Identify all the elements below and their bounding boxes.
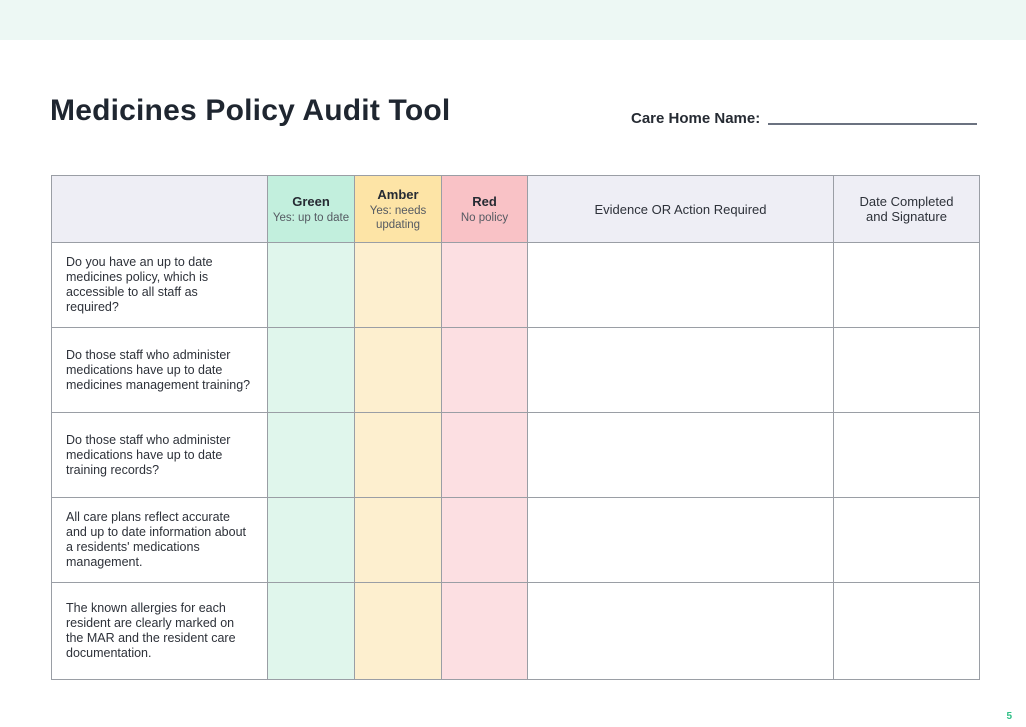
evidence-cell[interactable] bbox=[527, 582, 834, 680]
header-green-name: Green bbox=[292, 193, 330, 209]
table-row: The known allergies for each resident ar… bbox=[51, 582, 980, 680]
care-home-input-line[interactable] bbox=[768, 123, 978, 125]
header-question bbox=[51, 175, 268, 243]
evidence-cell[interactable] bbox=[527, 242, 834, 328]
question-cell: The known allergies for each resident ar… bbox=[51, 582, 268, 680]
header-band bbox=[0, 0, 1026, 40]
date-signature-cell[interactable] bbox=[833, 497, 980, 583]
page-title: Medicines Policy Audit Tool bbox=[50, 94, 451, 127]
green-check-cell[interactable] bbox=[267, 327, 355, 413]
green-check-cell[interactable] bbox=[267, 582, 355, 680]
table-row: All care plans reflect accurate and up t… bbox=[51, 497, 980, 583]
care-home-label: Care Home Name: bbox=[631, 110, 761, 127]
table-row: Do those staff who administer medication… bbox=[51, 327, 980, 413]
amber-check-cell[interactable] bbox=[354, 327, 442, 413]
green-check-cell[interactable] bbox=[267, 412, 355, 498]
date-signature-cell[interactable] bbox=[833, 582, 980, 680]
amber-check-cell[interactable] bbox=[354, 497, 442, 583]
page-number: 5 bbox=[1006, 711, 1012, 722]
question-cell: All care plans reflect accurate and up t… bbox=[51, 497, 268, 583]
header-green-desc: Yes: up to date bbox=[272, 211, 350, 224]
header-green: Green Yes: up to date bbox=[267, 175, 355, 243]
audit-table: Green Yes: up to date Amber Yes: needs u… bbox=[51, 175, 980, 680]
evidence-cell[interactable] bbox=[527, 327, 834, 413]
date-signature-cell[interactable] bbox=[833, 242, 980, 328]
evidence-cell[interactable] bbox=[527, 412, 834, 498]
date-signature-cell[interactable] bbox=[833, 327, 980, 413]
red-check-cell[interactable] bbox=[441, 582, 528, 680]
care-home-field: Care Home Name: bbox=[631, 110, 978, 127]
header-date-signature-text: Date Completed and Signature bbox=[859, 194, 954, 224]
green-check-cell[interactable] bbox=[267, 242, 355, 328]
amber-check-cell[interactable] bbox=[354, 242, 442, 328]
header-amber-name: Amber bbox=[377, 186, 419, 202]
header-amber-desc: Yes: needs updating bbox=[369, 204, 427, 231]
header-red-desc: No policy bbox=[460, 211, 509, 224]
evidence-cell[interactable] bbox=[527, 497, 834, 583]
table-header-row: Green Yes: up to date Amber Yes: needs u… bbox=[51, 175, 980, 243]
table-row: Do those staff who administer medication… bbox=[51, 412, 980, 498]
red-check-cell[interactable] bbox=[441, 497, 528, 583]
red-check-cell[interactable] bbox=[441, 327, 528, 413]
green-check-cell[interactable] bbox=[267, 497, 355, 583]
header-date-signature: Date Completed and Signature bbox=[833, 175, 980, 243]
date-signature-cell[interactable] bbox=[833, 412, 980, 498]
question-cell: Do those staff who administer medication… bbox=[51, 327, 268, 413]
header-red-name: Red bbox=[472, 193, 497, 209]
question-cell: Do those staff who administer medication… bbox=[51, 412, 268, 498]
table-row: Do you have an up to date medicines poli… bbox=[51, 242, 980, 328]
question-cell: Do you have an up to date medicines poli… bbox=[51, 242, 268, 328]
red-check-cell[interactable] bbox=[441, 242, 528, 328]
red-check-cell[interactable] bbox=[441, 412, 528, 498]
header-red: Red No policy bbox=[441, 175, 528, 243]
amber-check-cell[interactable] bbox=[354, 582, 442, 680]
header-amber: Amber Yes: needs updating bbox=[354, 175, 442, 243]
header-evidence: Evidence OR Action Required bbox=[527, 175, 834, 243]
amber-check-cell[interactable] bbox=[354, 412, 442, 498]
